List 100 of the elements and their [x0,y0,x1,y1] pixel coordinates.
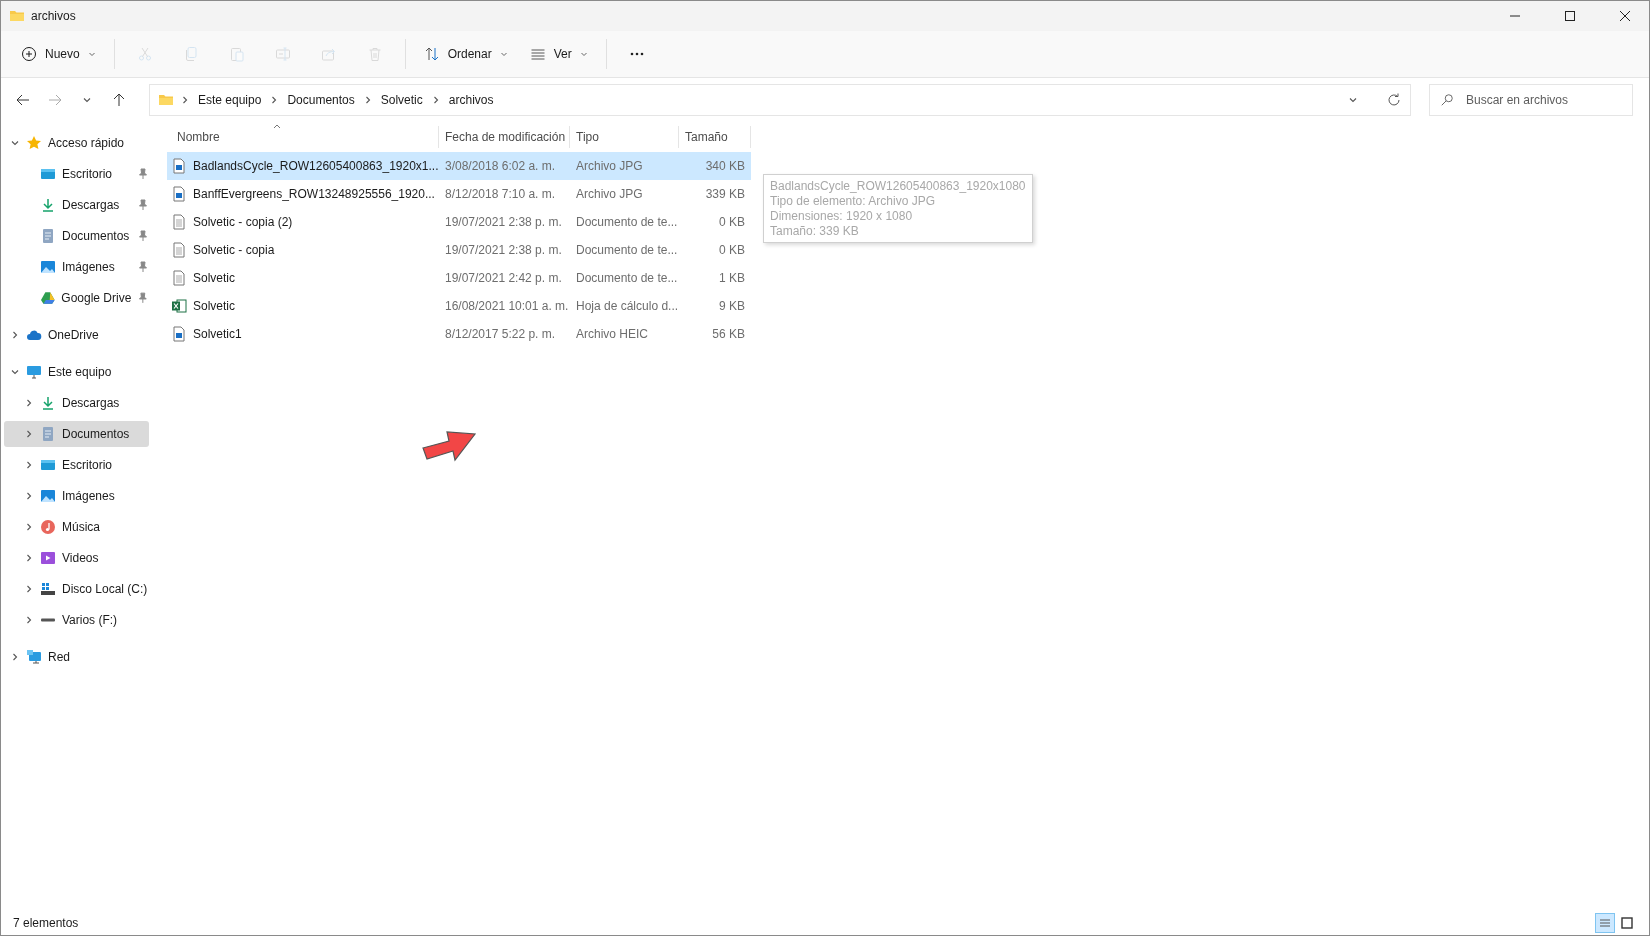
file-row[interactable]: BadlandsCycle_ROW12605400863_1920x1... 3/08/2018 6:02 a. m. Archivo JPG 340 KB [167,152,751,180]
sidebar-item[interactable]: Escritorio [4,161,149,187]
file-name: BadlandsCycle_ROW12605400863_1920x1... [193,159,439,173]
breadcrumb[interactable]: archivos [446,93,496,107]
file-size: 1 KB [718,271,746,285]
chevron-right-icon [10,330,20,340]
chevron-right-icon [24,460,34,470]
caret-icon [499,50,508,58]
drive-icon [40,618,56,622]
maximize-icon [1564,11,1575,21]
download-icon [40,197,56,213]
file-size: 56 KB [711,327,746,341]
file-type: Documento de te... [575,215,679,229]
image-file-icon [171,158,187,174]
sort-button[interactable]: Ordenar [413,37,518,71]
file-type: Archivo JPG [575,187,644,201]
list-lines-icon [1599,917,1611,929]
tooltip-line: Tipo de elemento: Archivo JPG [770,194,936,208]
modified-date: 16/08/2021 10:01 a. m. [444,299,570,313]
sidebar-item[interactable]: Varios (F:) [4,607,149,633]
sidebar-item[interactable]: Descargas [4,192,149,218]
file-type: Documento de te... [575,243,679,257]
sidebar-item[interactable]: OneDrive [4,322,149,348]
chevron-down-icon [82,95,92,105]
chevron-right-icon [24,491,34,501]
up-arrow-icon [111,92,127,108]
view-button[interactable]: Ver [519,37,598,71]
file-row[interactable]: Solvetic - copia 19/07/2021 2:38 p. m. Documento de te... 0 KB [167,236,751,264]
music-note-icon [40,519,56,535]
pin-icon[interactable] [137,230,149,242]
text-file-icon [171,214,187,230]
caret-icon [579,50,588,58]
spreadsheet-file-icon [171,298,187,314]
breadcrumb[interactable]: Este equipo [196,93,264,107]
chevron-right-icon [24,522,34,532]
sidebar-item[interactable]: Acceso rápido [4,130,149,156]
modified-date: 8/12/2017 5:22 p. m. [444,327,557,341]
modified-date: 19/07/2021 2:42 p. m. [444,271,563,285]
details-view-button[interactable] [1595,913,1615,933]
column-header[interactable]: Nombre [167,126,439,148]
address-bar[interactable]: Este equipo Documentos Solvetic archivos [149,84,1411,116]
file-row[interactable]: Solvetic 16/08/2021 10:01 a. m. Hoja de cálculo d... 9 KB [167,292,751,320]
text-file-icon [171,242,187,258]
monitor-icon [26,364,42,380]
sidebar-item[interactable]: Imágenes [4,483,149,509]
disk-drive-icon [40,581,56,597]
file-row[interactable]: BanffEvergreens_ROW13248925556_1920... 8/12/2018 7:10 a. m. Archivo JPG 339 KB [167,180,751,208]
chevron-right-icon [24,615,34,625]
drive-triangle-icon [39,290,56,306]
file-size: 340 KB [704,159,746,173]
chevron-right-icon [24,429,34,439]
large-square-icon [1621,917,1633,929]
download-icon [40,395,56,411]
sidebar-item[interactable]: Imágenes [4,254,149,280]
file-size: 339 KB [704,187,746,201]
pin-icon[interactable] [137,292,149,304]
sidebar-item[interactable]: Escritorio [4,452,149,478]
sidebar-item[interactable]: Documentos [4,421,149,447]
refresh-icon [1386,92,1402,108]
close-icon [1619,11,1630,21]
video-icon [40,550,56,566]
sidebar-item[interactable]: Videos [4,545,149,571]
column-header[interactable]: Tipo [570,126,679,148]
item-count: 7 elementos [13,916,79,930]
file-row[interactable]: Solvetic 19/07/2021 2:42 p. m. Documento de te... 1 KB [167,264,751,292]
forward-arrow-icon [47,92,63,108]
sidebar-item[interactable]: Música [4,514,149,540]
folder-icon [158,92,174,108]
pin-icon[interactable] [137,261,149,273]
pin-icon[interactable] [137,199,149,211]
chevron-right-icon [24,553,34,563]
file-name: Solvetic - copia (2) [193,215,293,229]
column-header[interactable]: Tamaño [679,126,751,148]
document-icon [40,426,56,442]
breadcrumb[interactable]: Solvetic [378,93,425,107]
chevron-right-icon [24,398,34,408]
search-box[interactable]: Buscar en archivos [1429,84,1633,116]
file-name: Solvetic - copia [193,243,275,257]
new-button[interactable]: Nuevo [11,37,106,71]
file-type: Archivo HEIC [575,327,650,341]
chevron-right-icon [180,95,190,105]
pin-icon[interactable] [137,168,149,180]
file-size: 0 KB [718,215,746,229]
sidebar-item[interactable]: Documentos [4,223,149,249]
breadcrumb[interactable]: Documentos [285,93,357,107]
file-row[interactable]: Solvetic - copia (2) 19/07/2021 2:38 p. m. Documento de te... 0 KB [167,208,751,236]
modified-date: 3/08/2018 6:02 a. m. [444,159,557,173]
sidebar-item[interactable]: Este equipo [4,359,149,385]
file-row[interactable]: Solvetic1 8/12/2017 5:22 p. m. Archivo HEIC 56 KB [167,320,751,348]
sidebar-item[interactable]: Google Drive [4,285,149,311]
file-name: BanffEvergreens_ROW13248925556_1920... [193,187,435,201]
folder-icon [9,8,25,24]
chevron-down-icon [10,367,20,377]
chevron-down-icon [1348,95,1358,105]
sidebar-item[interactable]: Disco Local (C:) [4,576,149,602]
file-name: Solvetic [193,271,236,285]
sidebar-item[interactable]: Red [4,644,149,670]
column-header[interactable]: Fecha de modificación [439,126,570,148]
sidebar-item[interactable]: Descargas [4,390,149,416]
caret-icon [87,50,96,58]
